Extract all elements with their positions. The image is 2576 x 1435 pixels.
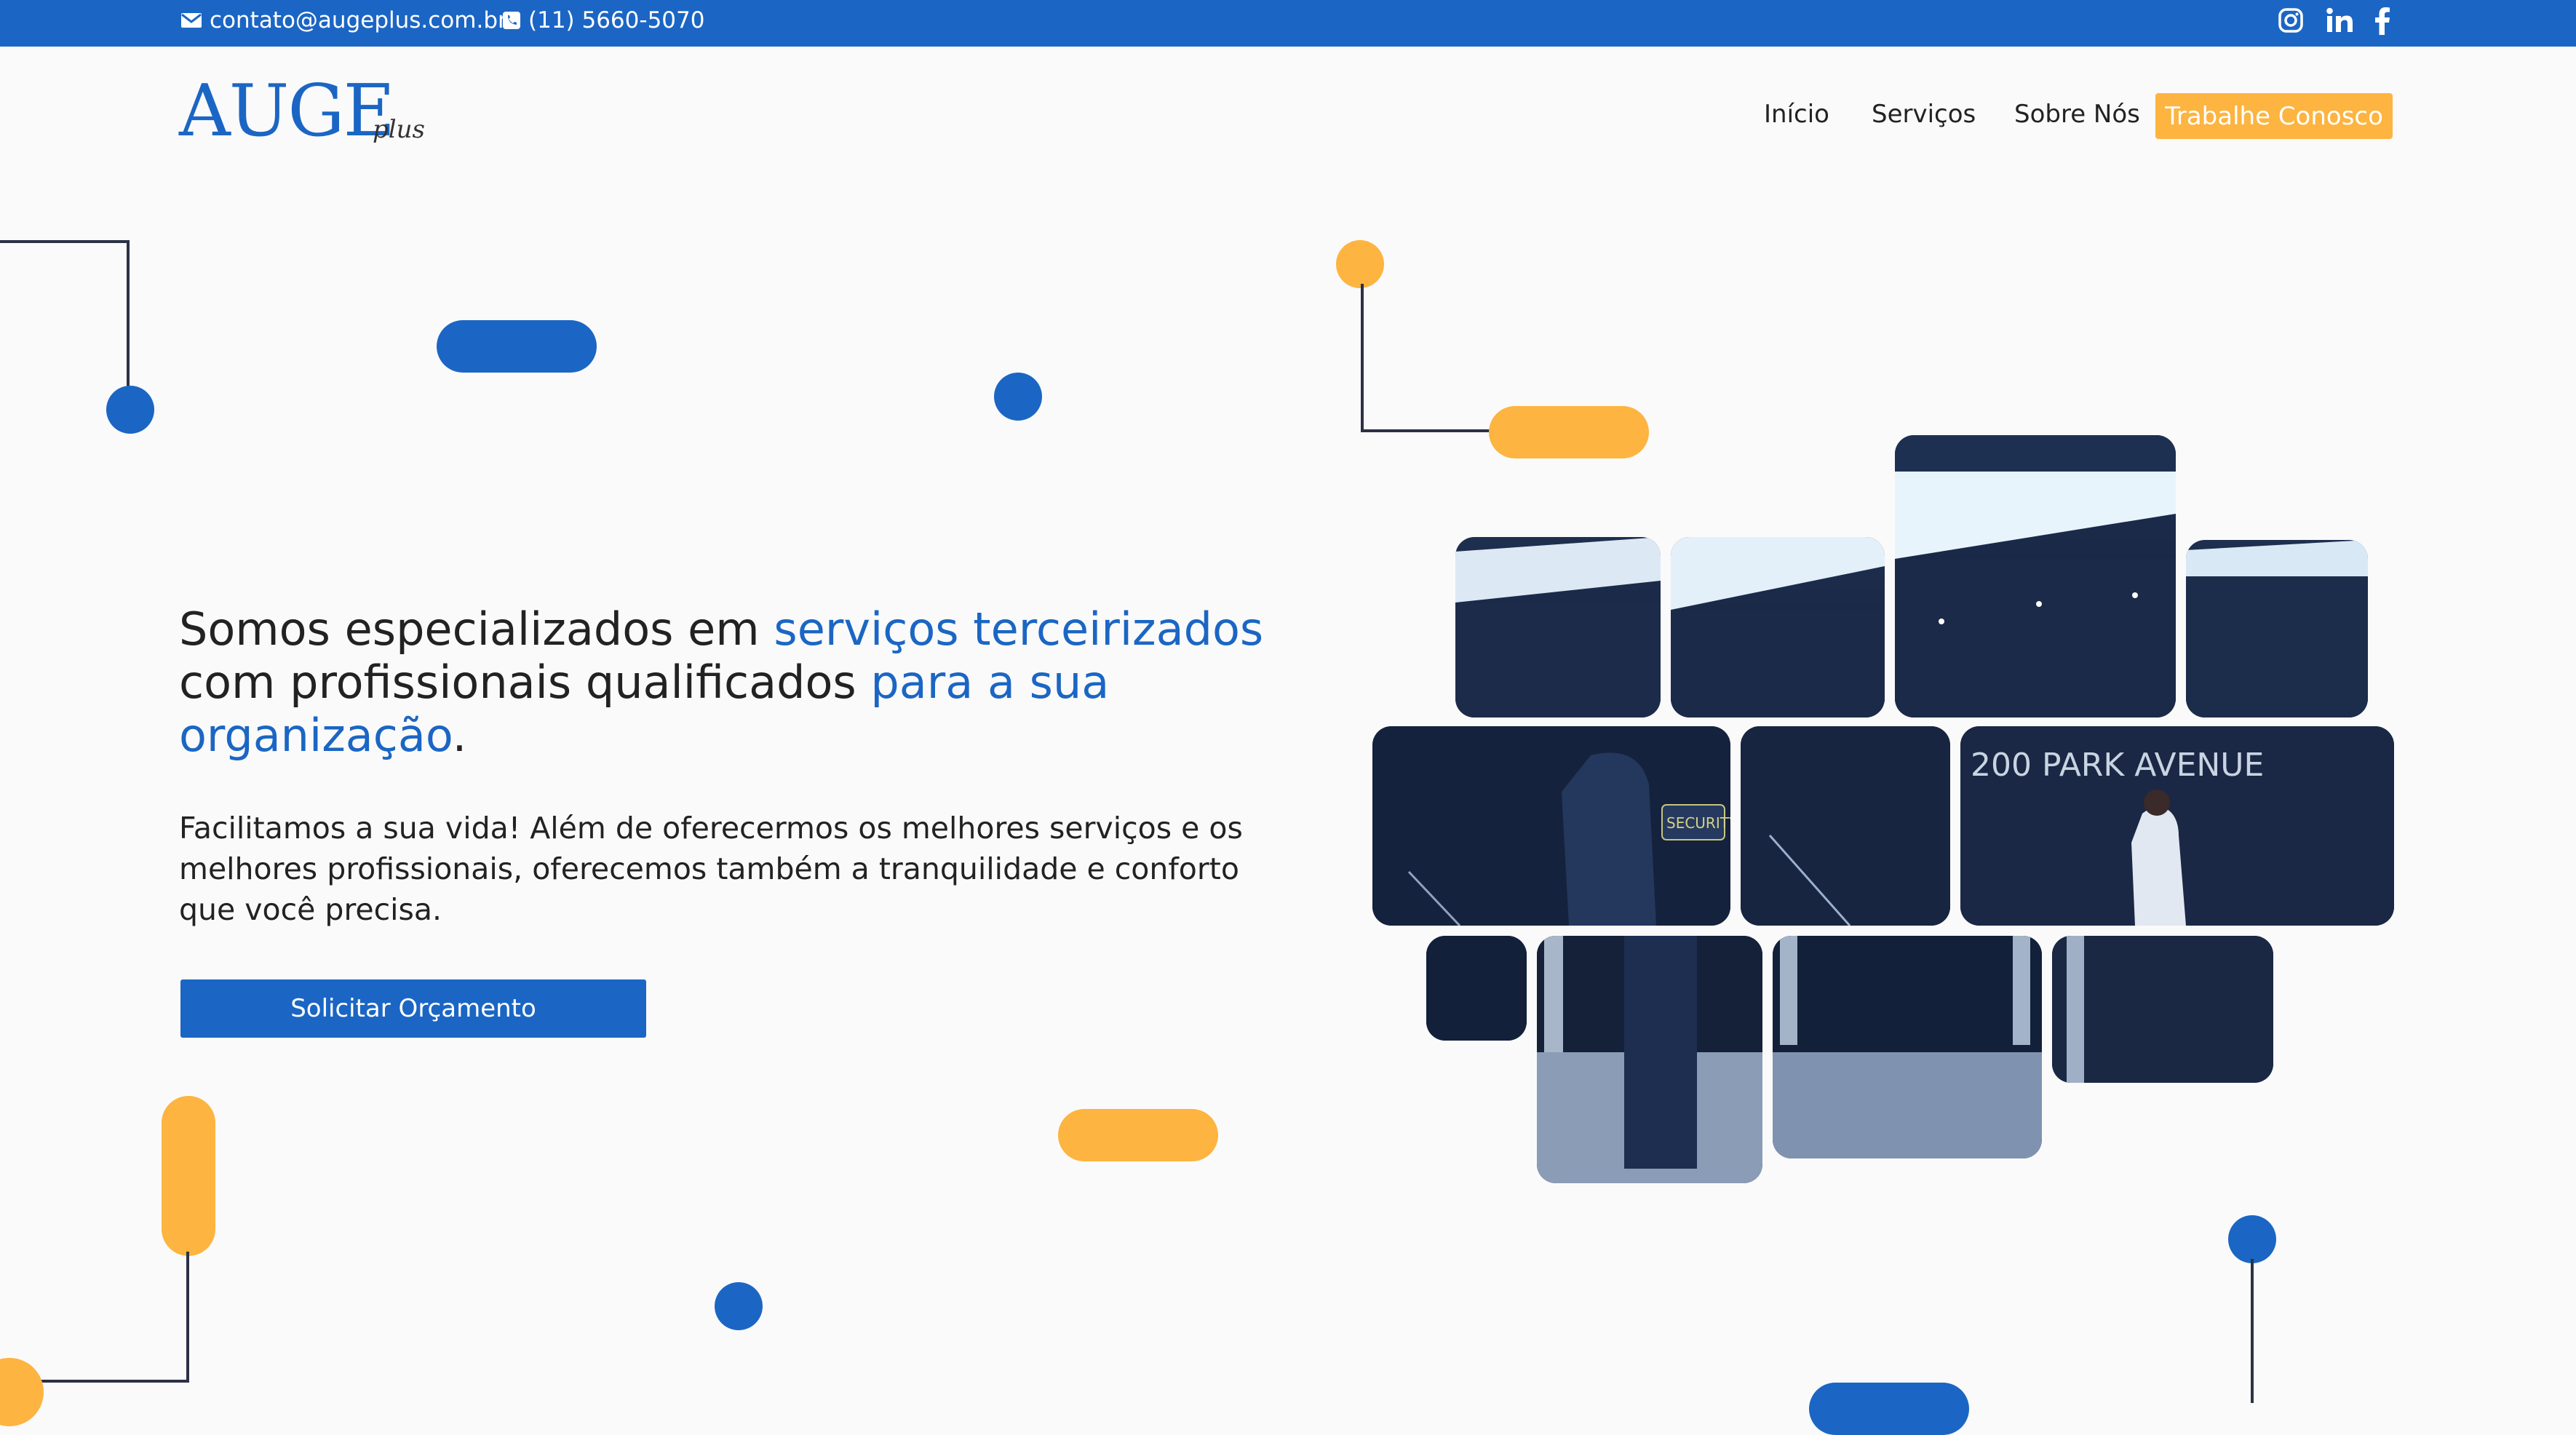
facebook-icon[interactable] bbox=[2374, 7, 2391, 38]
phone-contact[interactable]: (11) 5660-5070 bbox=[502, 7, 704, 33]
top-contact-bar: contato@augeplus.com.br (11) 5660-5070 bbox=[0, 0, 2576, 47]
decor-pill-blue bbox=[437, 320, 597, 373]
decor-pill-yellow bbox=[162, 1096, 215, 1256]
decor-dot-blue bbox=[2228, 1215, 2276, 1263]
headline-part-2: com profissionais qualificados bbox=[179, 656, 871, 709]
headline-highlight-1: serviços terceirizados bbox=[774, 603, 1264, 656]
phone-text: (11) 5660-5070 bbox=[528, 7, 705, 33]
solicitar-orcamento-button[interactable]: Solicitar Orçamento bbox=[180, 979, 646, 1038]
decor-dot-yellow bbox=[1336, 240, 1384, 288]
hero-headline: Somos especializados em serviços terceir… bbox=[179, 603, 1271, 762]
photo-tile bbox=[1741, 726, 1950, 926]
decor-line bbox=[0, 240, 130, 243]
decor-pill-blue bbox=[1809, 1383, 1969, 1435]
headline-end: . bbox=[452, 709, 467, 762]
decor-dot-blue bbox=[994, 373, 1042, 421]
photo-tile bbox=[1671, 537, 1885, 718]
phone-icon bbox=[503, 12, 520, 29]
photo-tile bbox=[1455, 537, 1661, 718]
photo-tile bbox=[1537, 936, 1762, 1183]
photo-tile bbox=[2186, 540, 2368, 718]
email-text: contato@augeplus.com.br bbox=[210, 7, 507, 33]
auge-plus-logo[interactable]: AUGE plus bbox=[179, 76, 425, 147]
trabalhe-conosco-button[interactable]: Trabalhe Conosco bbox=[2155, 93, 2393, 139]
hero-subtext: Facilitamos a sua vida! Além de oferecer… bbox=[179, 811, 1243, 927]
photo-tile bbox=[1773, 936, 2042, 1158]
logo-sub-text: plus bbox=[373, 115, 425, 144]
decor-dot-blue bbox=[106, 386, 154, 434]
linkedin-icon[interactable] bbox=[2326, 7, 2355, 36]
decor-line bbox=[1361, 284, 1364, 432]
photo-tile bbox=[1895, 435, 2176, 718]
photo-tile: 200 PARK AVENUE bbox=[1960, 726, 2394, 926]
nav-servicos[interactable]: Serviços bbox=[1872, 100, 1976, 129]
decor-line bbox=[186, 1252, 189, 1383]
logo-main-text: AUGE bbox=[179, 70, 395, 153]
park-avenue-sign: 200 PARK AVENUE bbox=[1971, 747, 2264, 784]
instagram-icon[interactable] bbox=[2278, 7, 2304, 36]
decor-dot-blue bbox=[715, 1282, 763, 1330]
decor-line bbox=[127, 240, 130, 408]
email-contact[interactable]: contato@augeplus.com.br bbox=[180, 7, 507, 33]
decor-dot-yellow bbox=[0, 1358, 44, 1426]
decor-pill-yellow bbox=[1489, 406, 1649, 458]
nav-inicio[interactable]: Início bbox=[1764, 100, 1829, 129]
decor-line bbox=[2251, 1259, 2254, 1403]
photo-tile: SECURITY bbox=[1372, 726, 1730, 926]
nav-sobre-nos[interactable]: Sobre Nós bbox=[2014, 100, 2140, 129]
decor-line bbox=[1361, 429, 1492, 432]
security-badge-text: SECURITY bbox=[1666, 814, 1730, 832]
envelope-icon bbox=[181, 13, 202, 28]
photo-tile bbox=[1426, 936, 1527, 1041]
headline-part-1: Somos especializados em bbox=[179, 603, 774, 656]
decor-pill-yellow bbox=[1058, 1109, 1218, 1161]
photo-tile bbox=[2052, 936, 2273, 1083]
